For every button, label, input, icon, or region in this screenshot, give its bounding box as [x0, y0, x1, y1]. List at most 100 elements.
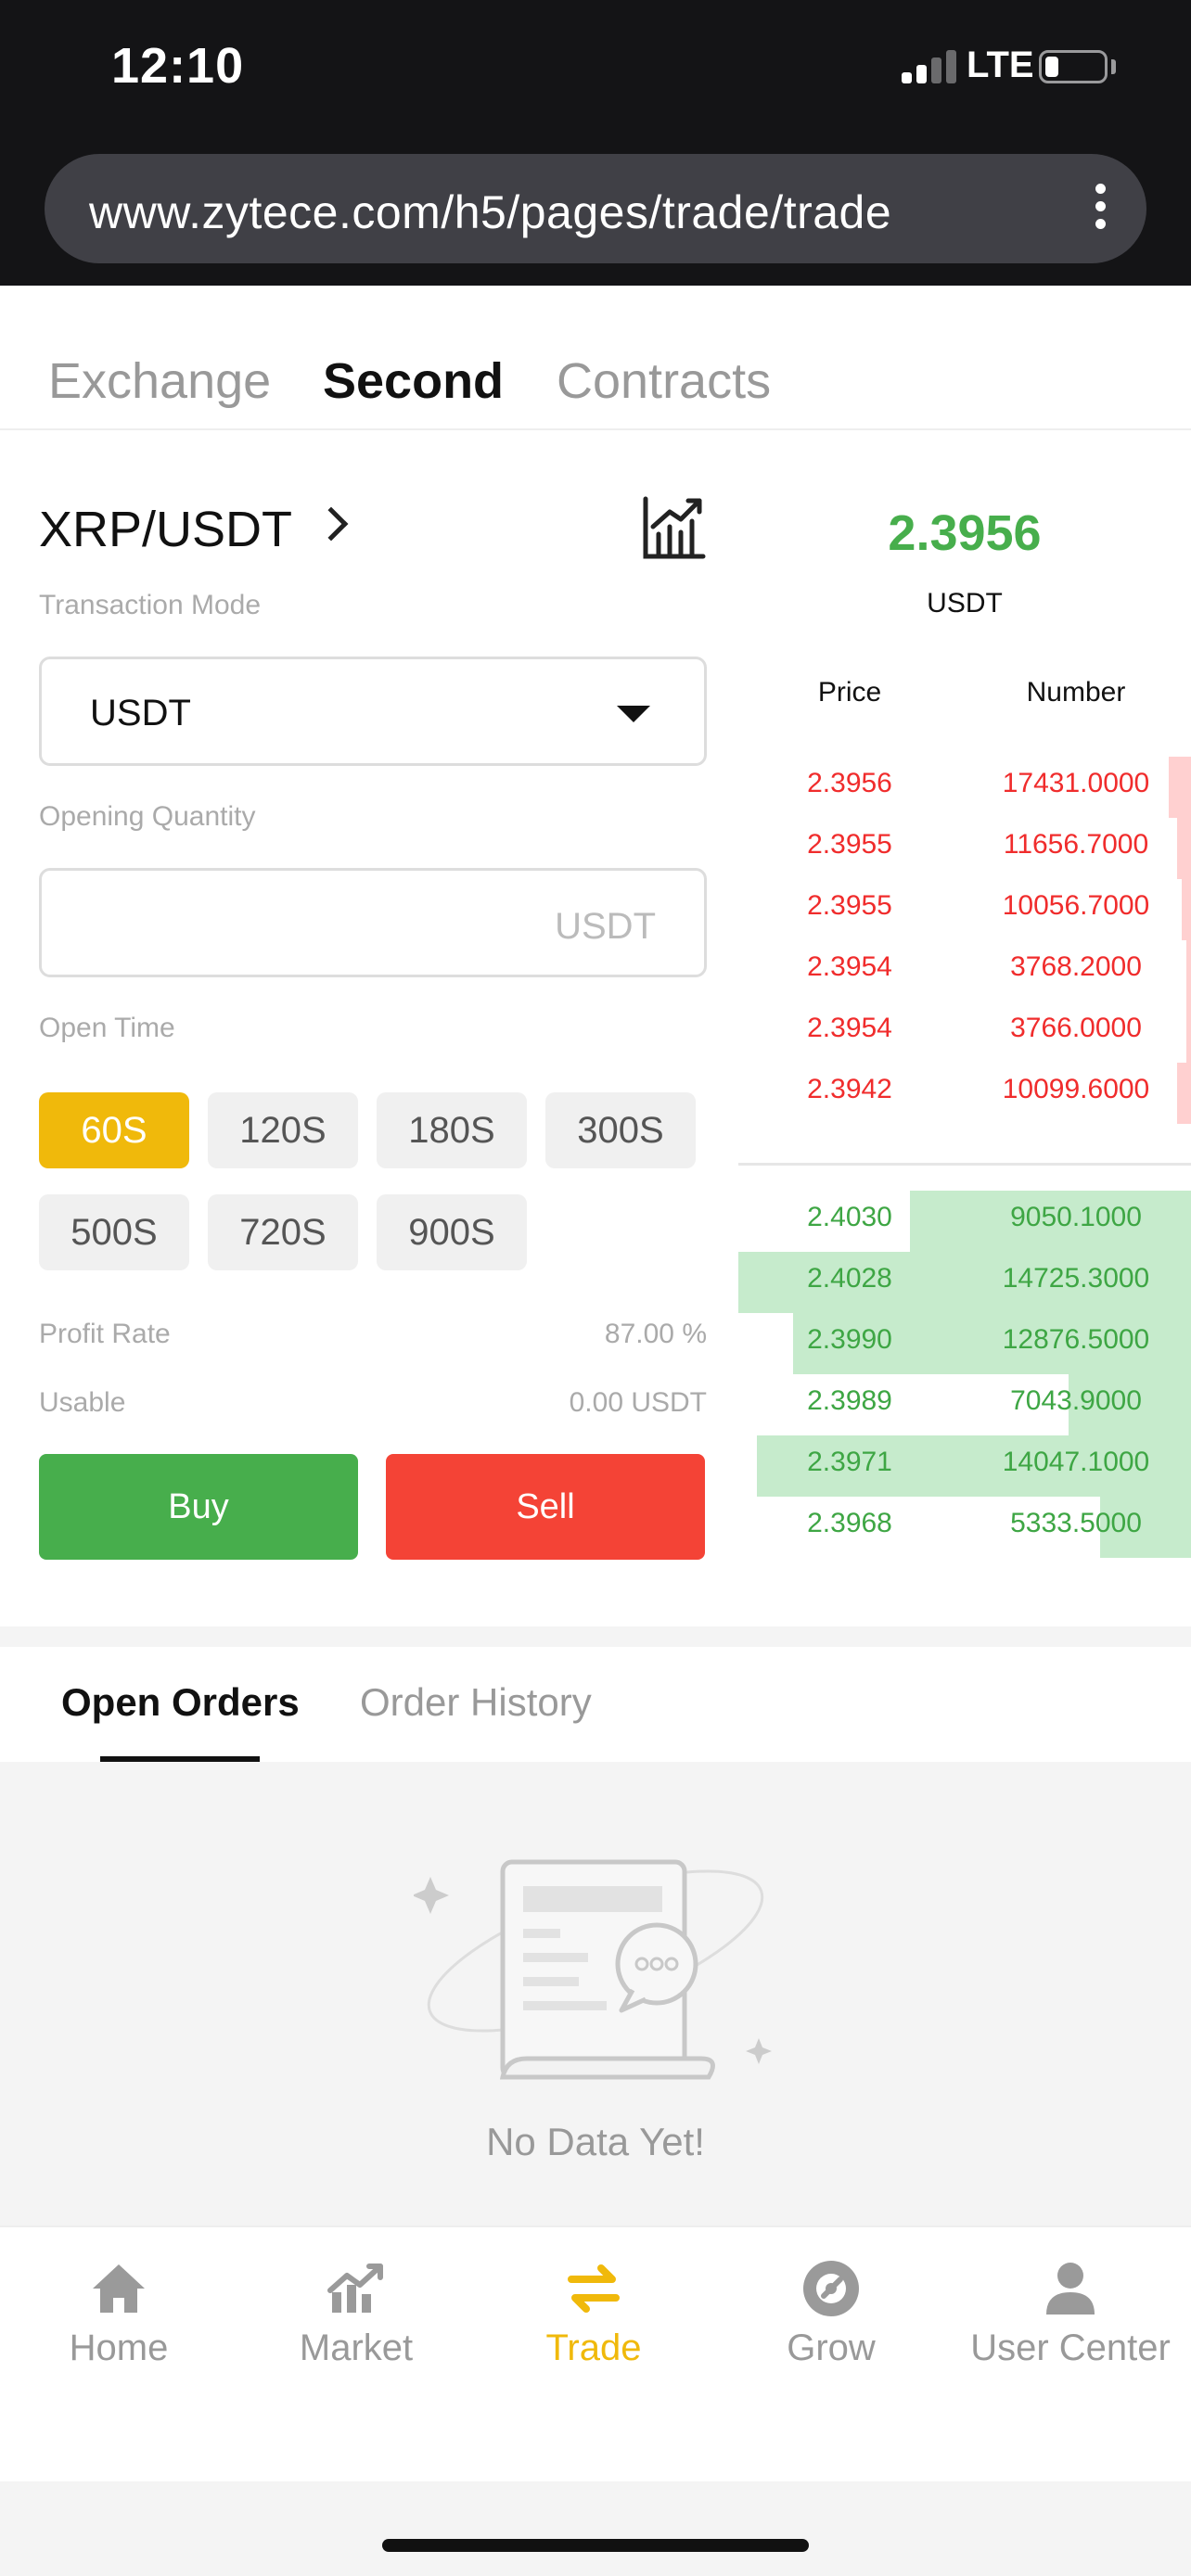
battery-icon — [1039, 50, 1108, 83]
ask-price: 2.3955 — [807, 829, 892, 860]
bid-price: 2.3971 — [807, 1447, 892, 1477]
time-option-180s[interactable]: 180S — [377, 1092, 527, 1168]
profit-rate-value: 87.00 % — [604, 1319, 707, 1349]
bid-row[interactable]: 2.3971 14047.1000 — [738, 1435, 1191, 1497]
bid-price: 2.3989 — [807, 1385, 892, 1416]
opening-quantity-input[interactable]: USDT — [39, 868, 707, 977]
status-time: 12:10 — [111, 38, 245, 94]
bid-price: 2.3968 — [807, 1508, 892, 1538]
user-icon — [1046, 2263, 1095, 2315]
nav-market-label: Market — [299, 2327, 414, 2368]
orders-tabs: Open Orders Order History — [0, 1647, 1191, 1762]
nav-trade[interactable]: Trade — [475, 2257, 712, 2369]
time-option-60s[interactable]: 60S — [39, 1092, 189, 1168]
time-option-120s[interactable]: 120S — [208, 1092, 358, 1168]
pair-selector[interactable]: XRP/USDT — [39, 501, 292, 558]
bid-row[interactable]: 2.4030 9050.1000 — [738, 1191, 1191, 1252]
nav-home[interactable]: Home — [0, 2257, 237, 2369]
bid-number: 14047.1000 — [1002, 1447, 1150, 1477]
ask-row[interactable]: 2.3955 10056.7000 — [738, 879, 1191, 940]
ask-price: 2.3942 — [807, 1074, 892, 1104]
tab-second[interactable]: Second — [323, 352, 504, 410]
nav-grow-label: Grow — [787, 2327, 876, 2368]
chart-icon[interactable] — [640, 495, 707, 562]
bid-number: 5333.5000 — [1010, 1508, 1142, 1538]
ask-row[interactable]: 2.3954 3766.0000 — [738, 1001, 1191, 1063]
number-header: Number — [1026, 677, 1126, 708]
empty-document-icon — [414, 1859, 772, 2080]
bid-number: 12876.5000 — [1002, 1324, 1150, 1355]
ask-price: 2.3955 — [807, 890, 892, 921]
bid-price: 2.3990 — [807, 1324, 892, 1355]
more-vertical-icon[interactable] — [1091, 184, 1109, 234]
time-option-900s[interactable]: 900S — [377, 1194, 527, 1270]
transaction-mode-label: Transaction Mode — [39, 590, 262, 620]
bid-number: 7043.9000 — [1010, 1385, 1142, 1416]
home-icon — [93, 2264, 145, 2313]
bid-price: 2.4030 — [807, 1202, 892, 1232]
time-option-500s[interactable]: 500S — [39, 1194, 189, 1270]
trade-swap-icon — [568, 2264, 620, 2313]
ask-price: 2.3954 — [807, 1013, 892, 1043]
bid-row[interactable]: 2.3990 12876.5000 — [738, 1313, 1191, 1374]
address-bar[interactable]: www.zytece.com/h5/pages/trade/trade — [45, 154, 1146, 263]
caret-down-icon — [617, 706, 650, 722]
url-text[interactable]: www.zytece.com/h5/pages/trade/trade — [89, 185, 891, 239]
home-indicator — [382, 2539, 809, 2552]
bid-number: 14725.3000 — [1002, 1263, 1150, 1294]
ask-number: 3766.0000 — [1010, 1013, 1142, 1043]
opening-quantity-label: Opening Quantity — [39, 801, 256, 832]
signal-icon — [902, 50, 957, 83]
profit-rate-row: Profit Rate 87.00 % — [39, 1319, 707, 1350]
time-option-300s[interactable]: 300S — [545, 1092, 696, 1168]
ask-row[interactable]: 2.3955 11656.7000 — [738, 818, 1191, 879]
time-option-720s[interactable]: 720S — [208, 1194, 358, 1270]
ask-number: 11656.7000 — [1003, 829, 1149, 860]
nav-home-label: Home — [69, 2327, 169, 2368]
tab-exchange[interactable]: Exchange — [48, 352, 271, 410]
ask-number: 17431.0000 — [1002, 768, 1150, 798]
quantity-unit: USDT — [555, 906, 656, 947]
tab-order-history[interactable]: Order History — [360, 1680, 592, 1725]
usable-label: Usable — [39, 1387, 126, 1418]
buy-button[interactable]: Buy — [39, 1454, 358, 1560]
transaction-mode-value: USDT — [90, 693, 191, 733]
last-price-unit: USDT — [927, 588, 1003, 618]
nav-user-center-label: User Center — [970, 2327, 1171, 2368]
ask-row[interactable]: 2.3954 3768.2000 — [738, 940, 1191, 1001]
browser-bar: www.zytece.com/h5/pages/trade/trade — [0, 148, 1191, 286]
grow-icon — [803, 2261, 859, 2316]
status-bar: 12:10 LTE — [0, 0, 1191, 148]
last-price: 2.3956 — [888, 505, 1042, 561]
bid-number: 9050.1000 — [1010, 1202, 1142, 1232]
ask-number: 3768.2000 — [1010, 951, 1142, 982]
orders-empty-state: No Data Yet! — [0, 1762, 1191, 2225]
ask-price: 2.3954 — [807, 951, 892, 982]
tab-contracts[interactable]: Contracts — [557, 352, 771, 410]
ask-number: 10056.7000 — [1002, 890, 1150, 921]
empty-state-text: No Data Yet! — [486, 2120, 705, 2163]
open-time-label: Open Time — [39, 1013, 175, 1043]
usable-row: Usable 0.00 USDT — [39, 1387, 707, 1419]
nav-trade-label: Trade — [545, 2327, 642, 2368]
trade-panel: XRP/USDT Transaction Mode USDT Opening Q… — [0, 430, 1191, 1626]
bid-price: 2.4028 — [807, 1263, 892, 1294]
ask-price: 2.3956 — [807, 768, 892, 798]
trade-mode-tabs: Exchange Second Contracts — [0, 286, 1191, 430]
nav-grow[interactable]: Grow — [712, 2257, 950, 2369]
bid-row[interactable]: 2.3968 5333.5000 — [738, 1497, 1191, 1558]
market-chart-icon — [327, 2264, 383, 2313]
price-header: Price — [817, 677, 882, 708]
network-type: LTE — [967, 45, 1034, 85]
nav-user-center[interactable]: User Center — [950, 2257, 1191, 2369]
nav-market[interactable]: Market — [237, 2257, 475, 2369]
ask-row[interactable]: 2.3956 17431.0000 — [738, 757, 1191, 818]
transaction-mode-select[interactable]: USDT — [39, 657, 707, 766]
ask-row[interactable]: 2.3942 10099.6000 — [738, 1063, 1191, 1124]
sell-button[interactable]: Sell — [386, 1454, 705, 1560]
order-book-divider — [738, 1163, 1191, 1166]
chevron-right-icon[interactable] — [314, 506, 349, 542]
bid-row[interactable]: 2.4028 14725.3000 — [738, 1252, 1191, 1313]
bid-row[interactable]: 2.3989 7043.9000 — [738, 1374, 1191, 1435]
tab-open-orders[interactable]: Open Orders — [61, 1680, 300, 1725]
